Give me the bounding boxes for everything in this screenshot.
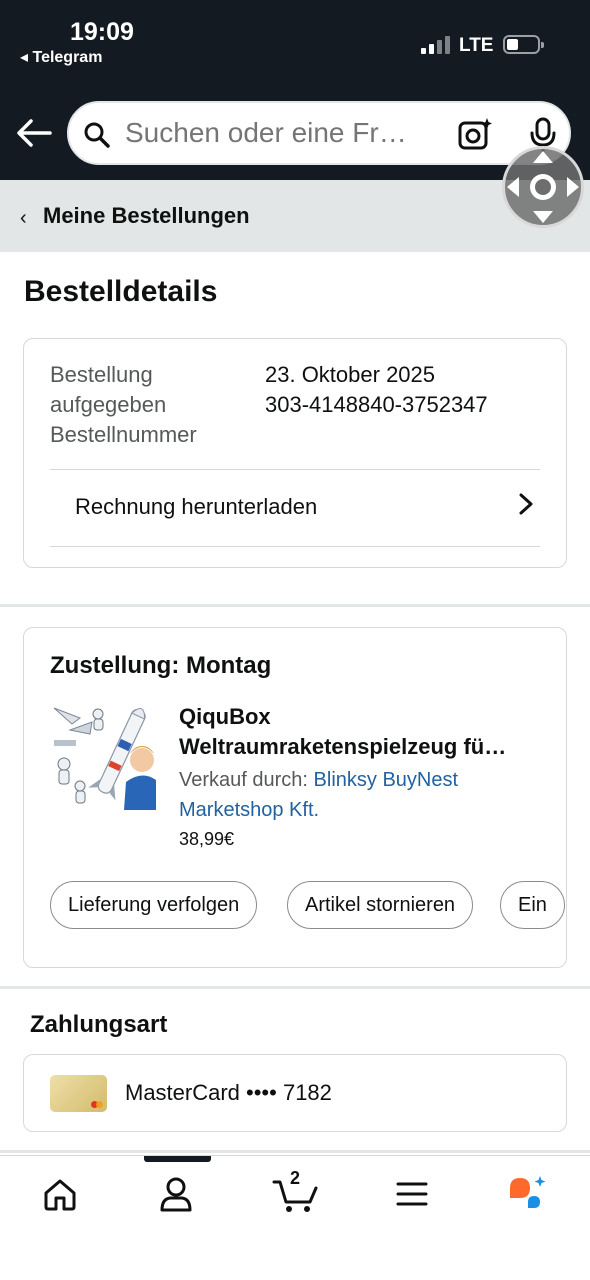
signal-bars-icon <box>421 36 451 54</box>
seller-info: Verkauf durch: Blinksy BuyNest Marketsho… <box>179 765 549 825</box>
cart-count-badge: 2 <box>290 1168 301 1188</box>
order-info-card: Bestellung aufgegeben Bestellnummer 23. … <box>23 338 567 568</box>
order-date-label-line1: Bestellung <box>50 362 153 387</box>
active-tab-indicator <box>144 1156 211 1162</box>
search-input[interactable] <box>125 117 445 149</box>
menu-icon[interactable] <box>392 1174 432 1214</box>
camera-lens-icon[interactable] <box>457 117 493 151</box>
order-date-value: 23. Oktober 2025 <box>265 362 436 387</box>
section-separator <box>0 604 590 607</box>
track-package-button[interactable]: Lieferung verfolgen <box>50 881 258 929</box>
mastercard-card-icon <box>50 1075 107 1112</box>
chevron-left-icon: ‹ <box>20 207 27 229</box>
payment-section-title: Zahlungsart <box>30 1011 168 1038</box>
download-invoice-label: Rechnung herunterladen <box>75 494 318 519</box>
seller-prefix: Verkauf durch: <box>179 769 314 791</box>
download-invoice-link[interactable]: Rechnung herunterladen <box>24 470 540 546</box>
back-arrow-icon[interactable] <box>16 118 52 148</box>
rufus-ai-icon[interactable] <box>506 1174 550 1214</box>
breadcrumb-label[interactable]: Meine Bestellungen <box>43 203 250 229</box>
dpad-icon <box>507 151 579 223</box>
home-icon[interactable] <box>40 1174 80 1214</box>
cancel-item-button[interactable]: Artikel stornieren <box>287 881 474 929</box>
search-bar[interactable] <box>67 101 571 165</box>
order-number-label: Bestellnummer <box>50 422 197 447</box>
status-time: 19:09 <box>70 18 134 46</box>
delivery-status: Zustellung: Montag <box>50 652 272 679</box>
assistive-touch-control[interactable] <box>502 146 584 228</box>
divider <box>50 546 540 547</box>
payment-method-text: MasterCard •••• 7182 <box>125 1080 332 1105</box>
bottom-nav: 2 <box>0 1155 590 1280</box>
product-price: 38,99€ <box>179 829 235 849</box>
payment-method-card[interactable]: MasterCard •••• 7182 <box>23 1054 567 1132</box>
section-separator <box>0 1150 590 1153</box>
app-header: 19:09 ◂ Telegram LTE <box>0 0 590 180</box>
search-icon <box>84 122 110 148</box>
order-number-value: 303-4148840-3752347 <box>265 392 488 417</box>
action-button-partial[interactable]: Ein <box>500 881 565 929</box>
back-to-telegram-link[interactable]: ◂ Telegram <box>20 47 102 67</box>
section-separator <box>0 986 590 989</box>
chevron-right-icon <box>519 493 533 515</box>
battery-low-icon <box>503 35 544 54</box>
order-date-label-line2: aufgegeben <box>50 392 167 417</box>
shipment-card: Zustellung: Montag QiquBox Weltraumraket… <box>23 627 567 968</box>
page-title: Bestelldetails <box>24 275 218 308</box>
product-title-line2: Weltraumraketenspielzeug fü… <box>179 734 507 759</box>
account-icon[interactable] <box>156 1174 196 1214</box>
network-type: LTE <box>459 35 494 56</box>
product-title-line1: QiquBox <box>179 704 271 729</box>
product-thumbnail[interactable] <box>50 700 156 810</box>
product-title[interactable]: QiquBox Weltraumraketenspielzeug fü… <box>179 702 549 762</box>
